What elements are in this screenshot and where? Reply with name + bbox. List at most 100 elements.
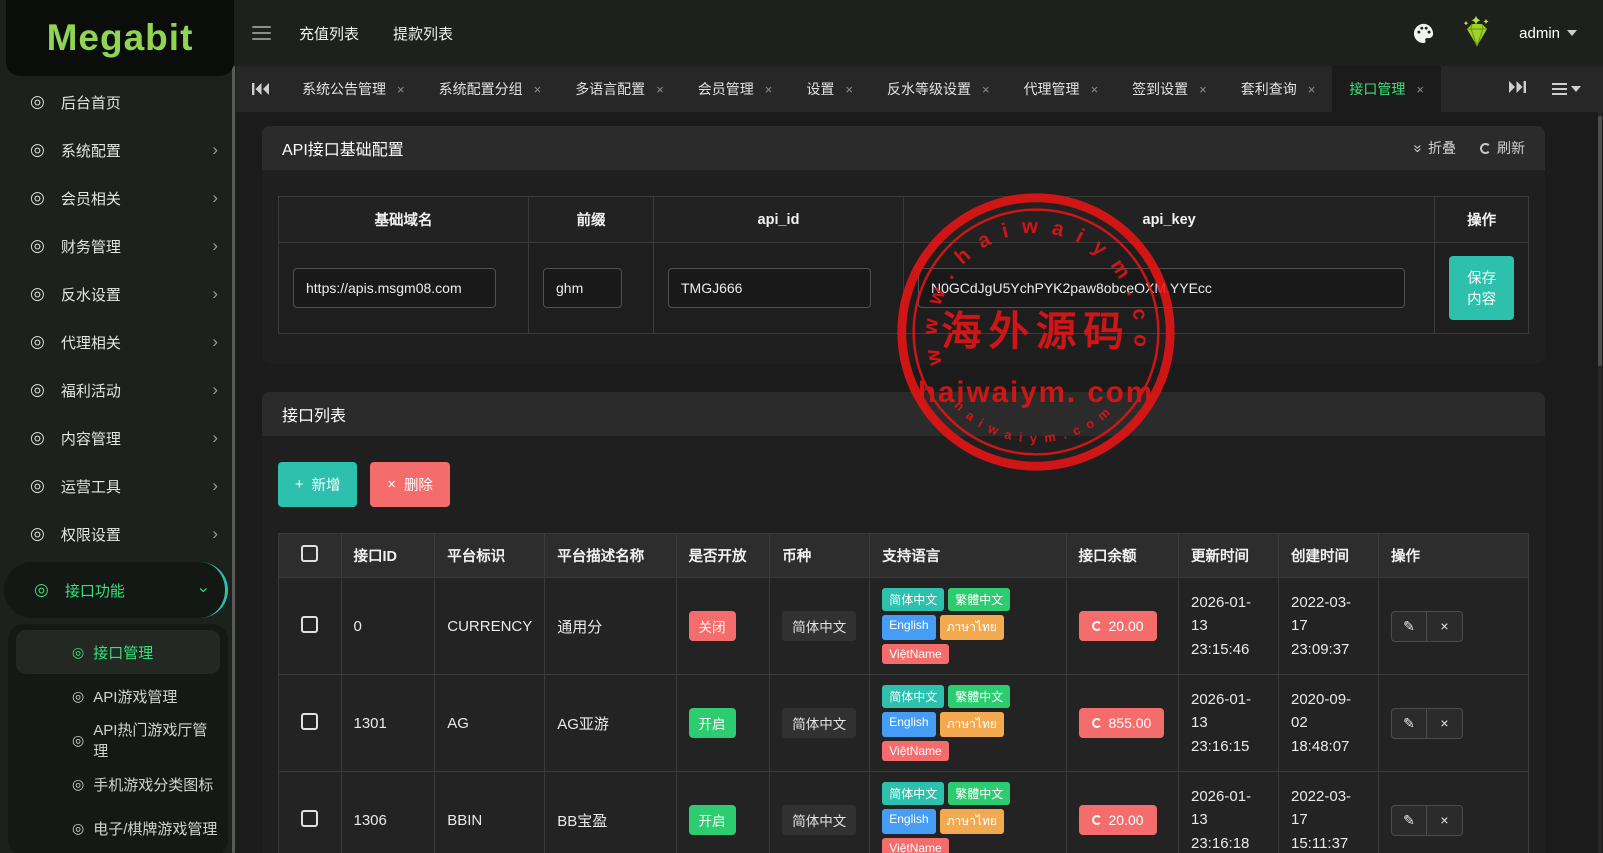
created-time: 2022-03-1723:09:37: [1279, 578, 1379, 675]
main-scrollbar-thumb[interactable]: [1598, 116, 1602, 366]
api-config-body: 基础域名 前缀 api_id api_key 操作: [262, 170, 1545, 364]
sidebar-item[interactable]: ◎财务管理›: [0, 222, 236, 270]
platform-name: 通用分: [545, 578, 676, 675]
edit-button[interactable]: ✎: [1391, 708, 1427, 739]
tab-close-icon[interactable]: ×: [765, 82, 773, 97]
tab-label: 系统配置分组: [439, 79, 523, 99]
chevron-right-icon: ›: [212, 188, 218, 208]
tab-close-icon[interactable]: ×: [1199, 82, 1207, 97]
row-checkbox[interactable]: [301, 713, 318, 730]
sidebar-item[interactable]: ◎后台首页: [0, 78, 236, 126]
toolbar: +新增 ×删除: [278, 462, 1529, 507]
tab[interactable]: 接口管理 ×: [1332, 66, 1441, 112]
sidebar-item[interactable]: ◎运营工具›: [0, 462, 236, 510]
interface-list-section: 接口列表 +新增 ×删除: [262, 392, 1545, 853]
lang-tag: 简体中文: [882, 782, 944, 805]
sidebar-item[interactable]: ◎代理相关›: [0, 318, 236, 366]
tab-label: 接口管理: [1349, 79, 1405, 99]
tab-close-icon[interactable]: ×: [656, 82, 664, 97]
sidebar-subitem[interactable]: ◎手机游戏分类图标: [16, 762, 220, 806]
user-menu[interactable]: admin: [1519, 25, 1577, 42]
tab[interactable]: 系统公告管理×: [285, 66, 422, 112]
tab-close-icon[interactable]: ×: [534, 82, 542, 97]
tab[interactable]: 签到设置×: [1115, 66, 1224, 112]
delete-row-button[interactable]: ×: [1427, 805, 1463, 836]
tab-label: 反水等级设置: [887, 79, 971, 99]
sidebar-scrollbar[interactable]: [232, 66, 235, 853]
sidebar-item[interactable]: ◎内容管理›: [0, 414, 236, 462]
balance-badge[interactable]: 855.00: [1079, 708, 1165, 738]
tab[interactable]: 套利查询 ×: [1224, 66, 1333, 112]
row-checkbox[interactable]: [301, 810, 318, 827]
delete-row-button[interactable]: ×: [1427, 708, 1463, 739]
tab[interactable]: 设置×: [789, 66, 870, 112]
balance-badge[interactable]: 20.00: [1079, 611, 1157, 641]
sidebar-item[interactable]: ◎系统配置›: [0, 126, 236, 174]
tab[interactable]: 多语言配置×: [558, 66, 681, 112]
ring-icon: ◎: [30, 476, 45, 496]
lang-tag: ViệtName: [882, 838, 948, 853]
ring-icon: ◎: [30, 428, 45, 448]
lang-tag: 简体中文: [882, 588, 944, 611]
tab-options-icon[interactable]: [1552, 83, 1581, 95]
tabbar-right: [1509, 66, 1603, 112]
save-button[interactable]: 保存内容: [1449, 256, 1514, 320]
sidebar-item[interactable]: ◎福利活动›: [0, 366, 236, 414]
nav-recharge-list[interactable]: 充值列表: [299, 23, 359, 44]
interface-list-body: +新增 ×删除 接口: [262, 436, 1545, 853]
tabs-scroll-right-icon[interactable]: [1509, 80, 1526, 99]
platform-code: BBIN: [435, 772, 545, 853]
collapse-button[interactable]: » 折叠: [1414, 138, 1456, 158]
col-prefix: 前缀: [529, 197, 654, 243]
add-button[interactable]: +新增: [278, 462, 357, 507]
ring-icon: ◎: [30, 188, 45, 208]
tab-close-icon[interactable]: ×: [397, 82, 405, 97]
lang-tag: 繁體中文: [948, 588, 1010, 611]
tab-close-icon[interactable]: ×: [845, 82, 853, 97]
tab-close-icon[interactable]: ×: [1416, 82, 1424, 97]
api-id-input[interactable]: [668, 268, 871, 308]
sidebar-item-label: 代理相关: [61, 332, 212, 353]
base-domain-input[interactable]: [293, 268, 496, 308]
edit-button[interactable]: ✎: [1391, 805, 1427, 836]
api-key-input[interactable]: [918, 268, 1405, 308]
sidebar-subitem[interactable]: ◎API游戏管理: [16, 674, 220, 718]
status-badge: 开启: [689, 708, 736, 738]
tab[interactable]: 系统配置分组 ×: [422, 66, 559, 112]
status-badge: 开启: [689, 805, 736, 835]
x-icon: ×: [387, 477, 395, 493]
sidebar-item[interactable]: ◎接口功能›: [4, 562, 228, 618]
chevron-right-icon: ›: [212, 284, 218, 304]
tab-label: 代理管理: [1024, 79, 1080, 99]
prefix-input[interactable]: [543, 268, 622, 308]
row-checkbox[interactable]: [301, 616, 318, 633]
sidebar-subitem[interactable]: ◎接口管理: [16, 630, 220, 674]
delete-row-button[interactable]: ×: [1427, 611, 1463, 642]
edit-button[interactable]: ✎: [1391, 611, 1427, 642]
theme-palette-icon[interactable]: [1412, 22, 1435, 45]
sidebar-toggle-icon[interactable]: [252, 26, 271, 40]
tab[interactable]: 代理管理 ×: [1007, 66, 1116, 112]
chevron-right-icon: ›: [212, 428, 218, 448]
sidebar-item-label: 运营工具: [61, 476, 212, 497]
col-balance: 接口余额: [1066, 534, 1179, 578]
sidebar-item[interactable]: ◎权限设置›: [0, 510, 236, 558]
sidebar-item[interactable]: ◎会员相关›: [0, 174, 236, 222]
top-nav: 充值列表 提款列表: [299, 23, 453, 44]
sidebar-subitem[interactable]: ◎电子/棋牌游戏管理: [16, 806, 220, 850]
tab[interactable]: 反水等级设置 ×: [870, 66, 1007, 112]
tab-close-icon[interactable]: ×: [982, 82, 990, 97]
refresh-button[interactable]: 刷新: [1480, 138, 1525, 158]
select-all-checkbox[interactable]: [301, 545, 318, 562]
avatar-gem-icon[interactable]: [1457, 15, 1497, 51]
tab[interactable]: 会员管理×: [681, 66, 790, 112]
sidebar-item[interactable]: ◎反水设置›: [0, 270, 236, 318]
sidebar-subitem[interactable]: ◎API热门游戏厅管理: [16, 718, 220, 762]
tab-label: 套利查询: [1241, 79, 1297, 99]
nav-withdraw-list[interactable]: 提款列表: [393, 23, 453, 44]
delete-button[interactable]: ×删除: [370, 462, 449, 507]
tabs-scroll-left-icon[interactable]: [236, 66, 285, 112]
balance-badge[interactable]: 20.00: [1079, 805, 1157, 835]
tab-close-icon[interactable]: ×: [1308, 82, 1316, 97]
tab-close-icon[interactable]: ×: [1091, 82, 1099, 97]
